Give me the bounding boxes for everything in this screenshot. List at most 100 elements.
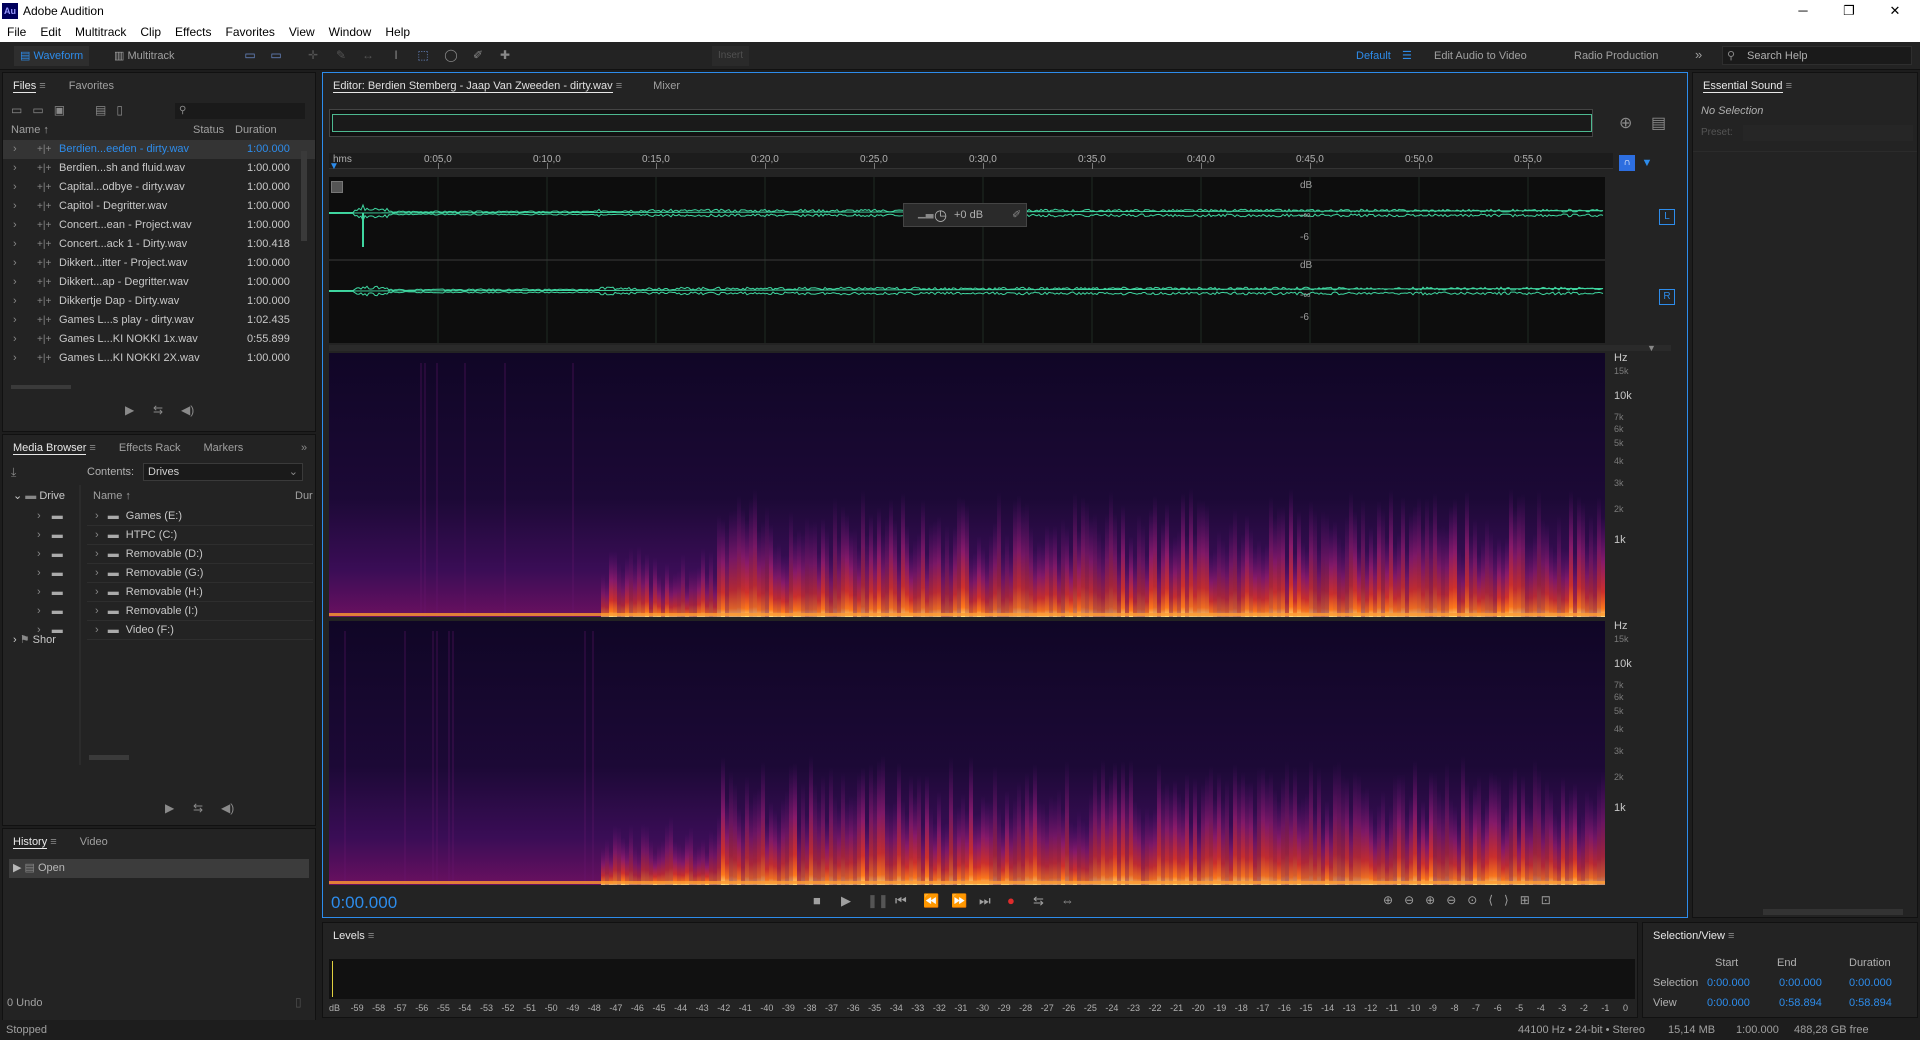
drive-item[interactable]: › ▬ Games (E:): [87, 507, 313, 526]
zoom-out-full-icon[interactable]: ⊡: [1541, 893, 1562, 907]
chevron-right-icon[interactable]: ›: [13, 330, 17, 349]
slip-tool-icon[interactable]: ↔: [360, 48, 376, 62]
stop-icon[interactable]: ■: [813, 893, 821, 908]
lasso-tool-icon[interactable]: ◯: [443, 48, 459, 62]
drives-item[interactable]: ⌄ ▬ Drive: [13, 487, 65, 506]
tab-files[interactable]: Files ≡: [3, 73, 56, 99]
chevron-right-icon[interactable]: ›: [13, 254, 17, 273]
workspace-default[interactable]: Default: [1350, 46, 1397, 66]
zoom-out-time-icon[interactable]: ⊖: [1446, 893, 1467, 907]
drive-item[interactable]: › ▬ Removable (G:): [87, 564, 313, 583]
close-button[interactable]: ✕: [1872, 0, 1918, 22]
menu-view[interactable]: View: [282, 22, 322, 42]
import-icon[interactable]: ▭: [32, 103, 53, 117]
move-to-next-icon[interactable]: ⏭: [979, 893, 991, 909]
file-row[interactable]: › +|+ Concert...ean - Project.wav 1:00.000: [3, 216, 315, 235]
fast-forward-icon[interactable]: ⏩: [951, 893, 967, 909]
menu-edit[interactable]: Edit: [33, 22, 68, 42]
pause-icon[interactable]: ❚❚: [867, 893, 889, 909]
autoplay-icon[interactable]: ◀): [181, 403, 194, 417]
search-help-field[interactable]: ⚲ Search Help: [1722, 46, 1912, 65]
media-autoplay-icon[interactable]: ◀): [221, 801, 234, 815]
tab-favorites[interactable]: Favorites: [59, 73, 124, 99]
zoom-in-end-icon[interactable]: ⟩: [1504, 893, 1520, 907]
chevron-right-icon[interactable]: ›: [13, 197, 17, 216]
selection-end[interactable]: 0:00.000: [1779, 977, 1822, 989]
tab-editor[interactable]: Editor: Berdien Stemberg - Jaap Van Zwee…: [323, 73, 632, 99]
snap-icon[interactable]: ∩: [1619, 155, 1635, 171]
zoom-out-amplitude-icon[interactable]: ⊖: [1404, 893, 1425, 907]
chevron-right-icon[interactable]: ›: [13, 292, 17, 311]
spectral-display[interactable]: [329, 353, 1615, 885]
tab-mixer[interactable]: Mixer: [643, 73, 690, 99]
view-start[interactable]: 0:00.000: [1707, 997, 1750, 1009]
file-row[interactable]: › +|+ Berdien...sh and fluid.wav 1:00.000: [3, 159, 315, 178]
volume-knob-icon[interactable]: ◷: [934, 206, 947, 224]
drive-location-item[interactable]: › ▬: [37, 602, 63, 621]
chevron-right-icon[interactable]: ›: [95, 510, 99, 522]
media-loop-icon[interactable]: ⇆: [193, 801, 203, 815]
files-vscrollbar[interactable]: [301, 151, 307, 241]
menu-favorites[interactable]: Favorites: [219, 22, 282, 42]
pitch-display-icon[interactable]: ▭: [268, 48, 284, 62]
zoom-in-time-icon[interactable]: ⊕: [1425, 893, 1446, 907]
zoom-in-amplitude-icon[interactable]: ⊕: [1383, 893, 1404, 907]
menu-multitrack[interactable]: Multitrack: [68, 22, 133, 42]
insert-to-multitrack-icon[interactable]: ▤: [95, 103, 116, 117]
channel-left-toggle[interactable]: L: [1659, 209, 1675, 225]
more-workspaces-icon[interactable]: »: [1695, 47, 1702, 62]
preset-dropdown[interactable]: [1743, 125, 1913, 141]
chevron-right-icon[interactable]: ›: [13, 311, 17, 330]
hud-volume[interactable]: ▁▃ ◷ +0 dB ✐: [903, 203, 1027, 227]
brush-tool-icon[interactable]: ✐: [470, 48, 486, 62]
col-name[interactable]: Name ↑: [11, 121, 49, 140]
view-splitter[interactable]: [329, 345, 1671, 351]
zoom-in-start-icon[interactable]: ⟨: [1488, 893, 1504, 907]
chevron-right-icon[interactable]: ›: [13, 216, 17, 235]
file-row[interactable]: › +|+ Capital...odbye - dirty.wav 1:00.000: [3, 178, 315, 197]
tab-markers[interactable]: Markers: [194, 435, 254, 461]
file-row[interactable]: › +|+ Games L...s play - dirty.wav 1:02.435: [3, 311, 315, 330]
new-file-icon[interactable]: ▣: [54, 103, 75, 117]
workspace-radio-production[interactable]: Radio Production: [1568, 46, 1664, 66]
tab-levels[interactable]: Levels ≡: [323, 923, 384, 949]
move-tool-icon[interactable]: ✛: [305, 48, 321, 62]
selection-duration[interactable]: 0:00.000: [1849, 977, 1892, 989]
chevron-right-icon[interactable]: ›: [13, 349, 17, 368]
menu-help[interactable]: Help: [378, 22, 417, 42]
record-icon[interactable]: ●: [1007, 893, 1015, 908]
file-row[interactable]: › +|+ Dikkert...itter - Project.wav 1:00.00…: [3, 254, 315, 273]
chevron-right-icon[interactable]: ›: [13, 273, 17, 292]
file-row[interactable]: › +|+ Games L...KI NOKKI 1x.wav 0:55.899: [3, 330, 315, 349]
maximize-button[interactable]: ❐: [1826, 0, 1872, 22]
spectral-display-icon[interactable]: ▭: [242, 48, 258, 62]
marker-icon[interactable]: ▼: [1639, 155, 1655, 171]
drive-location-item[interactable]: › ▬: [37, 583, 63, 602]
file-row[interactable]: › +|+ Games L...KI NOKKI 2X.wav 1:00.000: [3, 349, 315, 368]
minimize-button[interactable]: ─: [1780, 0, 1826, 22]
col-duration[interactable]: Duration: [235, 121, 277, 140]
overview-settings-icon[interactable]: ▤: [1651, 113, 1666, 133]
drive-item[interactable]: › ▬ HTPC (C:): [87, 526, 313, 545]
files-search-input[interactable]: ⚲: [175, 103, 305, 119]
splitter-arrow-icon[interactable]: ▼: [1647, 343, 1656, 353]
tab-media-browser[interactable]: Media Browser ≡: [3, 435, 106, 461]
view-end[interactable]: 0:58.894: [1779, 997, 1822, 1009]
tab-history[interactable]: History ≡: [3, 829, 67, 855]
open-folder-icon[interactable]: ▭: [11, 103, 32, 117]
trash-icon[interactable]: ▯: [116, 103, 133, 117]
history-trash-icon[interactable]: ▯: [295, 995, 302, 1009]
media-col-duration[interactable]: Dur: [295, 487, 313, 506]
file-row[interactable]: › +|+ Capitol - Degritter.wav 1:00.000: [3, 197, 315, 216]
drive-item[interactable]: › ▬ Removable (I:): [87, 602, 313, 621]
drive-location-item[interactable]: › ▬: [37, 507, 63, 526]
menu-clip[interactable]: Clip: [133, 22, 168, 42]
media-col-name[interactable]: Name ↑: [93, 487, 131, 506]
essential-scrollbar[interactable]: [1763, 909, 1903, 915]
drive-location-item[interactable]: › ▬: [37, 526, 63, 545]
move-to-previous-icon[interactable]: ⏮: [895, 893, 907, 909]
workspace-edit-audio-to-video[interactable]: Edit Audio to Video: [1428, 46, 1533, 66]
selection-start[interactable]: 0:00.000: [1707, 977, 1750, 989]
view-duration[interactable]: 0:58.894: [1849, 997, 1892, 1009]
chevron-right-icon[interactable]: ›: [95, 586, 99, 598]
